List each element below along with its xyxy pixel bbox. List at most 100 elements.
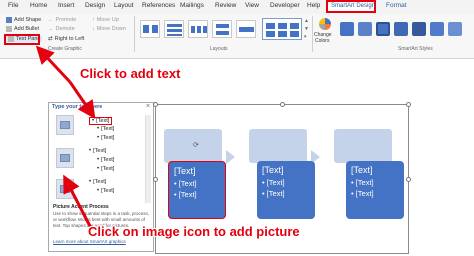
layout-thumb-1[interactable] xyxy=(140,20,160,38)
menu-developer[interactable]: Developer xyxy=(270,2,300,9)
resize-handle[interactable] xyxy=(280,102,285,107)
move-down-icon: ↓ xyxy=(92,26,95,32)
add-shape-icon xyxy=(6,17,12,23)
ribbon-separator xyxy=(312,16,313,52)
rotate-handle-icon[interactable]: ⟳ xyxy=(193,141,199,149)
menu-file[interactable]: File xyxy=(8,2,18,9)
menu-home[interactable]: Home xyxy=(30,2,47,9)
card-bullet: • [Text] xyxy=(174,190,197,199)
text-card[interactable]: [Text] • [Text] • [Text] xyxy=(168,161,226,219)
text-pane-line[interactable]: • [Text] xyxy=(97,126,114,132)
menu-review[interactable]: Review xyxy=(215,2,236,9)
add-bullet-button[interactable]: Add Bullet xyxy=(6,26,39,32)
text-pane-line[interactable]: • [Text] xyxy=(89,117,113,125)
add-bullet-icon xyxy=(6,26,12,32)
ribbon: Add Shape Add Bullet Text Pane ← Promote… xyxy=(0,14,474,59)
layout-thumb-selected[interactable] xyxy=(262,18,302,40)
gallery-more-icon[interactable]: ▾ xyxy=(304,34,307,40)
text-pane-highlight xyxy=(4,34,40,45)
style-thumb-3[interactable] xyxy=(376,22,390,36)
change-colors-button[interactable]: Change Colors xyxy=(314,16,336,50)
palette-icon xyxy=(319,18,331,30)
picture-shape[interactable] xyxy=(249,129,307,163)
resize-handle[interactable] xyxy=(406,177,411,182)
resize-handle[interactable] xyxy=(153,102,158,107)
text-card[interactable]: [Text] • [Text] • [Text] xyxy=(257,161,315,219)
promote-label: Promote xyxy=(55,17,77,23)
picture-shape[interactable] xyxy=(334,129,392,163)
text-pane-line[interactable]: • [Text] xyxy=(97,188,114,194)
click-image-icon-callout: Click on image icon to add picture xyxy=(88,224,300,239)
text-pane-line[interactable]: • [Text] xyxy=(97,135,114,141)
resize-handle[interactable] xyxy=(406,102,411,107)
menu-help[interactable]: Help xyxy=(307,2,320,9)
menu-mailings[interactable]: Mailings xyxy=(180,2,204,9)
text-pane-line[interactable]: • [Text] xyxy=(89,148,106,154)
card-bullet: • [Text] xyxy=(351,178,374,187)
ribbon-separator xyxy=(134,16,135,52)
style-thumb-2[interactable] xyxy=(358,22,372,36)
card-bullet: • [Text] xyxy=(174,179,197,188)
menu-design[interactable]: Design xyxy=(85,2,105,9)
move-up-icon: ↑ xyxy=(92,17,95,23)
demote-button[interactable]: → Demote xyxy=(48,26,75,32)
close-icon[interactable]: × xyxy=(146,103,150,110)
picture-placeholder-icon[interactable] xyxy=(56,115,74,135)
move-up-button[interactable]: ↑ Move Up xyxy=(92,17,119,23)
tab-smartart-design-label: SmartArt Design xyxy=(331,3,376,9)
text-card[interactable]: [Text] • [Text] • [Text] xyxy=(346,161,404,219)
layout-description-title: Picture Accent Process xyxy=(53,204,109,210)
right-to-left-icon: ⇄ xyxy=(48,36,53,42)
right-to-left-label: Right to Left xyxy=(54,36,85,42)
style-thumb-4[interactable] xyxy=(394,22,408,36)
menu-layout[interactable]: Layout xyxy=(114,2,134,9)
right-to-left-button[interactable]: ⇄ Right to Left xyxy=(48,36,84,42)
layouts-group-label: Layouts xyxy=(210,46,228,52)
gallery-down-icon[interactable]: ▼ xyxy=(304,26,309,32)
resize-handle[interactable] xyxy=(153,177,158,182)
tab-format[interactable]: Format xyxy=(386,2,407,9)
picture-icon xyxy=(60,121,70,129)
tab-smartart-design[interactable]: SmartArt Design xyxy=(326,0,376,13)
create-graphic-group-label: Create Graphic xyxy=(48,46,82,52)
change-colors-label-2: Colors xyxy=(315,38,330,44)
picture-placeholder-icon[interactable] xyxy=(56,148,74,168)
move-up-label: Move Up xyxy=(96,17,119,23)
card-bullet: • [Text] xyxy=(262,189,285,198)
style-thumb-5[interactable] xyxy=(412,22,426,36)
move-down-button[interactable]: ↓ Move Down xyxy=(92,26,126,32)
layout-thumb-3[interactable] xyxy=(188,20,208,38)
learn-more-link[interactable]: Learn more about SmartArt graphics xyxy=(53,239,126,244)
picture-placeholder-icon[interactable] xyxy=(56,179,74,199)
text-pane-scrollbar[interactable] xyxy=(145,115,151,203)
gallery-up-icon[interactable]: ▲ xyxy=(304,18,309,24)
promote-button[interactable]: ← Promote xyxy=(48,17,76,23)
style-thumb-6[interactable] xyxy=(430,22,444,36)
card-bullet: • [Text] xyxy=(262,178,285,187)
smartart-styles-group-label: SmartArt Styles xyxy=(398,46,433,52)
promote-icon: ← xyxy=(48,17,54,23)
menu-view[interactable]: View xyxy=(245,2,259,9)
menu-references[interactable]: References xyxy=(142,2,175,9)
picture-icon xyxy=(60,154,70,162)
click-to-add-text-callout: Click to add text xyxy=(80,66,181,81)
card-title: [Text] xyxy=(262,165,284,175)
layout-thumb-4[interactable] xyxy=(212,20,232,38)
style-thumb-7[interactable] xyxy=(448,22,462,36)
card-bullet: • [Text] xyxy=(351,189,374,198)
picture-icon xyxy=(60,185,70,193)
process-arrow xyxy=(226,150,235,164)
demote-icon: → xyxy=(48,26,54,32)
text-pane-title: Type your text here xyxy=(52,104,103,110)
layout-thumb-2[interactable] xyxy=(164,20,184,38)
text-pane-line[interactable]: • [Text] xyxy=(89,179,106,185)
menu-insert[interactable]: Insert xyxy=(58,2,74,9)
text-pane-line[interactable]: • [Text] xyxy=(97,166,114,172)
style-thumb-1[interactable] xyxy=(340,22,354,36)
text-pane-line[interactable]: • [Text] xyxy=(97,157,114,163)
add-shape-button[interactable]: Add Shape xyxy=(6,17,41,23)
move-down-label: Move Down xyxy=(96,26,126,32)
card-title: [Text] xyxy=(174,166,196,176)
add-bullet-label: Add Bullet xyxy=(14,26,40,32)
layout-thumb-5[interactable] xyxy=(236,20,256,38)
